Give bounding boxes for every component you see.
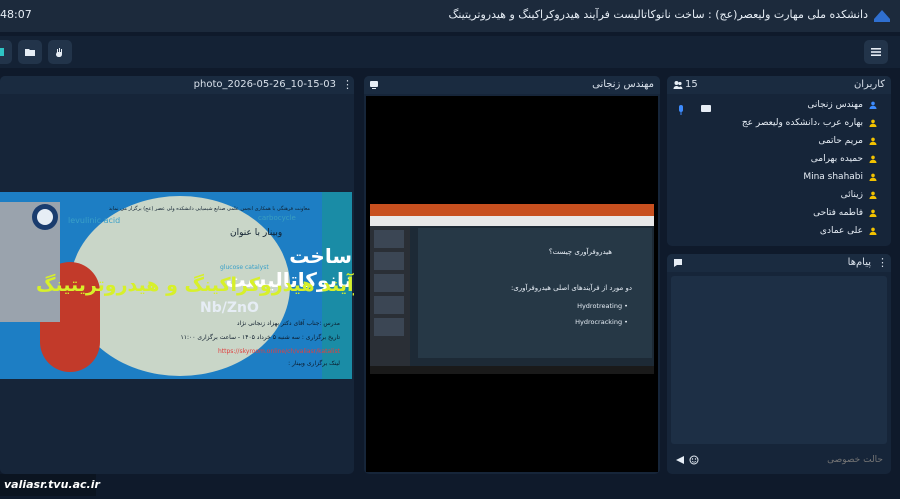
poster-link: https://skyroom.online/ch/valiasr/katali… (217, 348, 340, 355)
screen-share-icon[interactable] (700, 104, 712, 114)
user-list-item[interactable]: زینائی (841, 190, 877, 200)
session-timer: 48:07 (0, 8, 32, 21)
chat-label: پیام‌ها (847, 257, 871, 268)
user-list-item[interactable]: علی عمادی (820, 226, 877, 236)
slide-bullet-2: Hydrocracking • (575, 318, 628, 326)
chat-header: پیام‌ها ⋮ (667, 254, 891, 272)
screen-share-panel: مهندس زنجانی هیدروفرآوری چیست؟ دو مورد ا… (364, 76, 660, 474)
slide-subtitle: دو مورد از فرآیندهای اصلی هیدروفرآوری: (510, 284, 632, 292)
chat-icon (674, 259, 682, 267)
poster-header: معاونت فرهنگی با همکاری انجمن علمی صنایع… (108, 206, 310, 212)
user-list-item[interactable]: مریم حاتمی (818, 136, 877, 146)
user-list-item[interactable]: حمیده بهرامی (811, 154, 877, 164)
title-bar: 48:07 دانشکده ملی مهارت ولیعصر(عج) : ساخ… (0, 0, 900, 32)
poster-chem-4: carbocycle (258, 214, 296, 222)
microphone-icon[interactable] (676, 104, 686, 116)
user-name: زینائی (840, 190, 863, 200)
user-icon (869, 191, 877, 199)
slide-content: هیدروفرآوری چیست؟ دو مورد از فرآیندهای ا… (418, 228, 652, 358)
university-seal-icon (32, 204, 58, 230)
user-name: مریم حاتمی (818, 136, 863, 146)
user-icon (869, 137, 877, 145)
user-list-item[interactable]: Mina shahabi (803, 172, 877, 182)
folder-icon (25, 49, 35, 56)
share-icon (0, 48, 4, 56)
poster-date: تاریخ برگزاری : سه شنبه ۵ خرداد ۱۴۰۵ - س… (180, 334, 340, 341)
webinar-poster: معاونت فرهنگی با همکاری انجمن علمی صنایع… (0, 192, 354, 379)
poster-chem-1: levulinic acid (68, 216, 121, 225)
user-icon (869, 155, 877, 163)
users-panel: 15 کاربران مهندس زنجانی بهاره عرب ،دانشکد… (667, 76, 891, 246)
shared-image-filename: photo_2026-05-26_10-15-03 (193, 79, 336, 90)
users-icon (673, 81, 683, 89)
user-list-item[interactable]: بهاره عرب ،دانشکده ولیعصر عج (742, 118, 877, 128)
poster-chem-2: Nb/ZnO (200, 300, 259, 316)
user-icon (869, 119, 877, 127)
share-button[interactable] (0, 40, 12, 64)
window-title: دانشکده ملی مهارت ولیعصر(عج) : ساخت نانو… (448, 8, 868, 21)
screen-icon (370, 81, 378, 89)
hamburger-icon (871, 48, 881, 56)
user-icon (869, 209, 877, 217)
toolbar (0, 36, 900, 68)
user-icon (869, 173, 877, 181)
user-name: فاطمه فتاحی (813, 208, 863, 218)
shared-image-header: photo_2026-05-26_10-15-03 ⋮ (0, 76, 354, 94)
poster-subtitle: وبینار با عنوان (230, 228, 283, 238)
chat-input[interactable] (705, 451, 885, 469)
user-list-item[interactable]: فاطمه فتاحی (813, 208, 877, 218)
more-options-icon[interactable]: ⋮ (342, 76, 353, 94)
slide-bullet-1: Hydrotreating • (577, 302, 628, 310)
shared-image-panel: photo_2026-05-26_10-15-03 ⋮ معاونت فرهنگ… (0, 76, 354, 474)
user-name: مهندس زنجانی (807, 100, 863, 110)
poster-presenter: مدرس :جناب آقای دکتر بهزاد زنجانی نژاد (236, 320, 340, 327)
presenter-name: مهندس زنجانی (592, 79, 654, 90)
poster-title-line2: فرآیند هیدروکراکینگ و هیدروتریتینگ (36, 274, 354, 296)
emoji-icon[interactable] (689, 455, 699, 465)
menu-button[interactable] (864, 40, 888, 64)
user-name: بهاره عرب ،دانشکده ولیعصر عج (741, 118, 863, 128)
users-label: کاربران (853, 79, 885, 90)
chat-options-icon[interactable]: ⋮ (877, 254, 888, 272)
chat-messages (671, 276, 887, 444)
ppt-window: هیدروفرآوری چیست؟ دو مورد از فرآیندهای ا… (370, 204, 654, 374)
send-icon[interactable] (675, 455, 685, 465)
screen-share-header: مهندس زنجانی (364, 76, 660, 94)
chat-input-bar (671, 450, 887, 470)
user-icon (869, 227, 877, 235)
user-name: حمیده بهرامی (810, 154, 863, 164)
slide-title: هیدروفرآوری چیست؟ (548, 248, 612, 256)
raise-hand-button[interactable] (48, 40, 72, 64)
site-watermark: valiasr.tvu.ac.ir (0, 474, 100, 496)
users-count: 15 (685, 79, 698, 90)
user-icon (869, 101, 877, 109)
logo-icon (874, 10, 890, 22)
user-name: Mina shahabi (803, 172, 863, 182)
hand-icon (56, 48, 62, 57)
poster-link-label: لینک برگزاری وبینار : (288, 360, 340, 367)
files-button[interactable] (18, 40, 42, 64)
chat-panel: پیام‌ها ⋮ (667, 254, 891, 474)
users-header: 15 کاربران (667, 76, 891, 94)
user-list-item[interactable]: مهندس زنجانی (807, 100, 877, 110)
video-area: هیدروفرآوری چیست؟ دو مورد از فرآیندهای ا… (366, 96, 658, 472)
user-name: علی عمادی (819, 226, 863, 236)
